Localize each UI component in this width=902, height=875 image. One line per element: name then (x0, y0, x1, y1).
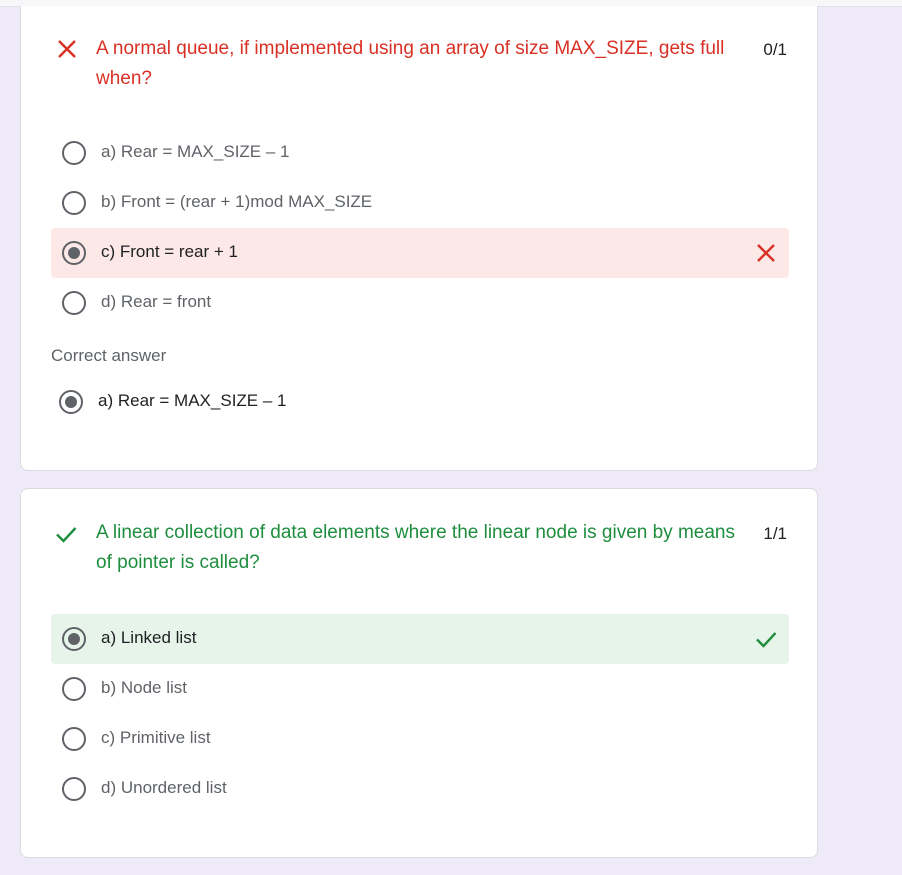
question-score: 1/1 (763, 524, 787, 543)
option-b[interactable]: b) Front = (rear + 1)mod MAX_SIZE (51, 178, 789, 228)
option-label: c) Front = rear + 1 (101, 242, 238, 261)
question-score: 0/1 (763, 40, 787, 59)
option-a[interactable]: a) Rear = MAX_SIZE – 1 (51, 128, 789, 178)
radio-button[interactable] (62, 291, 86, 315)
option-b[interactable]: b) Node list (51, 664, 789, 714)
option-c-selected-wrong[interactable]: c) Front = rear + 1 (51, 228, 789, 278)
option-d[interactable]: d) Rear = front (51, 278, 789, 328)
question-text: A linear collection of data elements whe… (96, 522, 735, 573)
radio-button[interactable] (62, 141, 86, 165)
option-label: a) Linked list (101, 628, 197, 647)
option-label: b) Front = (rear + 1)mod MAX_SIZE (101, 192, 373, 211)
check-icon (756, 632, 777, 648)
radio-button-selected[interactable] (62, 627, 86, 651)
correct-answer-label: a) Rear = MAX_SIZE – 1 (98, 391, 287, 410)
close-icon (757, 244, 775, 262)
option-c[interactable]: c) Primitive list (51, 714, 789, 764)
radio-button[interactable] (62, 191, 86, 215)
option-label: d) Unordered list (101, 778, 227, 797)
close-icon (58, 40, 76, 58)
radio-button-selected (59, 390, 83, 414)
question-card: A normal queue, if implemented using an … (20, 6, 818, 471)
option-label: a) Rear = MAX_SIZE – 1 (101, 142, 290, 161)
option-a-selected-correct[interactable]: a) Linked list (51, 614, 789, 664)
correct-answer: a) Rear = MAX_SIZE – 1 (48, 377, 786, 427)
option-label: b) Node list (101, 678, 187, 697)
correct-answer-caption: Correct answer (51, 346, 167, 365)
check-icon (56, 527, 77, 543)
radio-button[interactable] (62, 677, 86, 701)
radio-button[interactable] (62, 727, 86, 751)
radio-button-selected[interactable] (62, 241, 86, 265)
option-label: c) Primitive list (101, 728, 211, 747)
option-label: d) Rear = front (101, 292, 212, 311)
radio-button[interactable] (62, 777, 86, 801)
question-text: A normal queue, if implemented using an … (96, 38, 725, 89)
question-card: A linear collection of data elements whe… (20, 488, 818, 858)
option-d[interactable]: d) Unordered list (51, 764, 789, 814)
